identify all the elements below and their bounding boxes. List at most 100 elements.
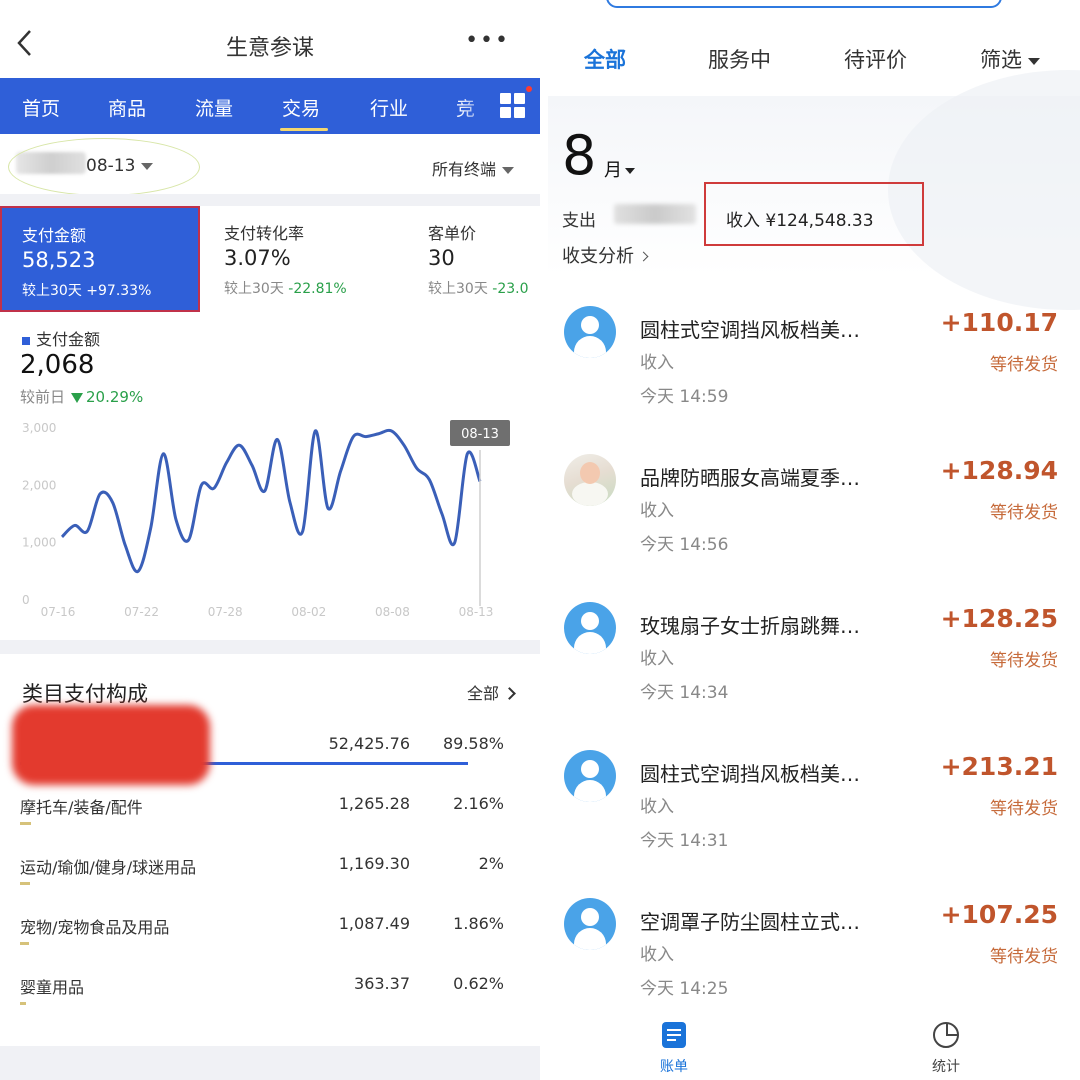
- transaction-type: 收入: [640, 501, 674, 521]
- transaction-time: 今天 14:34: [640, 683, 729, 703]
- kpi-value: 30: [428, 246, 455, 270]
- bill-icon: [662, 1022, 686, 1048]
- category-share-bar: [20, 822, 31, 825]
- nav-tab-products[interactable]: 商品: [108, 94, 146, 121]
- nav-fade-overlay: [458, 78, 498, 134]
- search-box[interactable]: [606, 0, 1002, 8]
- kpi-cmp-label: 较上30天: [224, 281, 284, 297]
- section-gap: [0, 1046, 540, 1080]
- kpi-cmp-value: -22.81%: [288, 281, 347, 297]
- income-label: 收入: [726, 211, 760, 231]
- y-tick-label: 3,000: [22, 421, 56, 435]
- redaction-blot: [12, 705, 210, 785]
- terminal-selector[interactable]: 所有终端: [432, 156, 514, 180]
- transaction-amount: +128.94: [940, 456, 1058, 485]
- transaction-item[interactable]: 圆柱式空调挡风板档美… 收入 今天 14:59 +110.17 等待发货: [548, 306, 1080, 454]
- month-selector[interactable]: 月: [604, 156, 635, 182]
- transaction-amount: +110.17: [940, 308, 1058, 337]
- kpi-label: 支付转化率: [224, 224, 305, 243]
- metric-cmp-value: 20.29%: [86, 388, 144, 406]
- transaction-item[interactable]: 品牌防晒服女高端夏季… 收入 今天 14:56 +128.94 等待发货: [548, 454, 1080, 602]
- pie-stat-icon: [933, 1022, 959, 1048]
- tab-filter[interactable]: 筛选: [980, 44, 1040, 74]
- default-avatar-icon: [564, 306, 616, 358]
- transaction-title: 玫瑰扇子女士折扇跳舞…: [640, 614, 860, 638]
- chart-tooltip: 08-13: [450, 420, 510, 446]
- category-percent: 2%: [478, 854, 504, 873]
- legend-square-icon: [22, 336, 30, 345]
- income-value: ¥124,548.33: [765, 211, 874, 231]
- transaction-time: 今天 14:31: [640, 831, 729, 851]
- nav-tab-traffic[interactable]: 流量: [195, 94, 233, 121]
- category-view-all-link[interactable]: 全部: [466, 680, 516, 704]
- grid-menu-icon[interactable]: [500, 93, 526, 119]
- active-tab-underline: [280, 128, 328, 131]
- kpi-comparison: 较上30天 -23.0: [428, 278, 529, 298]
- category-percent: 89.58%: [442, 734, 504, 753]
- transaction-status: 等待发货: [990, 799, 1058, 819]
- metric-title-text: 支付金额: [36, 330, 101, 349]
- tooltip-text: 08-13: [461, 427, 499, 442]
- category-row: 婴童用品 363.37 0.62%: [0, 974, 540, 1034]
- panel-divider: [540, 0, 548, 1080]
- more-options-icon[interactable]: •••: [465, 30, 510, 52]
- transaction-status: 等待发货: [990, 503, 1058, 523]
- kpi-label: 支付金额: [22, 226, 87, 245]
- category-share-bar: [20, 882, 30, 885]
- category-row: 宠物/宠物食品及用品 1,087.49 1.86%: [0, 914, 540, 974]
- transaction-status: 等待发货: [990, 651, 1058, 671]
- baby-photo-avatar: [564, 454, 616, 506]
- category-amount: 52,425.76: [328, 734, 410, 753]
- transaction-amount: +107.25: [940, 900, 1058, 929]
- kpi-value: 3.07%: [224, 246, 291, 270]
- tab-in-service[interactable]: 服务中: [708, 44, 771, 74]
- kpi-row: 支付金额 58,523 较上30天 +97.33% 支付转化率 3.07% 较上…: [0, 206, 540, 312]
- view-all-label: 全部: [466, 684, 499, 703]
- right-panel-bill-list: 全部 服务中 待评价 筛选 8 月 支出 收入 ¥124,548.33 收支分析…: [548, 0, 1080, 1080]
- tab-pending-review[interactable]: 待评价: [844, 44, 907, 74]
- category-percent: 0.62%: [453, 974, 504, 993]
- kpi-cmp-value: -23.0: [492, 281, 529, 297]
- series-line: [60, 428, 482, 574]
- income-expense-analysis-link[interactable]: 收支分析: [562, 242, 649, 268]
- transaction-title: 品牌防晒服女高端夏季…: [640, 466, 860, 490]
- transaction-item[interactable]: 圆柱式空调挡风板档美… 收入 今天 14:31 +213.21 等待发货: [548, 750, 1080, 898]
- bottom-nav-label: 统计: [932, 1059, 960, 1075]
- left-panel-business-advisor: 生意参谋 ••• 首页 商品 流量 交易 行业 竞 08-13 所有终端 支付金…: [0, 0, 540, 1080]
- nav-tab-home[interactable]: 首页: [22, 94, 60, 121]
- category-percent: 2.16%: [453, 794, 504, 813]
- expense-label: 支出: [562, 211, 596, 231]
- x-tick-label: 07-28: [208, 605, 243, 619]
- transaction-amount: +128.25: [940, 604, 1058, 633]
- month-unit-label: 月: [604, 160, 622, 181]
- transaction-item[interactable]: 玫瑰扇子女士折扇跳舞… 收入 今天 14:34 +128.25 等待发货: [548, 602, 1080, 750]
- y-tick-label: 2,000: [22, 478, 56, 492]
- caret-down-icon: [502, 167, 514, 174]
- bottom-nav-stats[interactable]: 统计: [906, 1022, 986, 1076]
- nav-tab-industry[interactable]: 行业: [370, 94, 408, 121]
- caret-down-icon: [625, 168, 635, 174]
- bottom-nav-bill[interactable]: 账单: [634, 1022, 714, 1076]
- month-number[interactable]: 8: [562, 124, 596, 187]
- kpi-conversion-rate[interactable]: 支付转化率 3.07% 较上30天 -22.81%: [204, 206, 404, 312]
- transaction-title: 空调罩子防尘圆柱立式…: [640, 910, 860, 934]
- hand-drawn-circle-annotation: [8, 138, 200, 196]
- nav-tab-transactions[interactable]: 交易: [282, 94, 320, 121]
- category-name: 运动/瑜伽/健身/球迷用品: [20, 858, 197, 877]
- category-row: 摩托车/装备/配件 1,265.28 2.16%: [0, 794, 540, 854]
- kpi-payment-amount[interactable]: 支付金额 58,523 较上30天 +97.33%: [0, 206, 200, 312]
- income-summary: 收入 ¥124,548.33: [726, 206, 874, 231]
- x-tick-label: 07-22: [124, 605, 159, 619]
- bottom-nav-label: 账单: [660, 1059, 688, 1075]
- x-tick-label: 08-13: [459, 605, 494, 619]
- top-bar: 生意参谋 •••: [0, 0, 540, 78]
- notification-dot: [526, 86, 532, 92]
- page-title: 生意参谋: [225, 36, 314, 61]
- tab-all[interactable]: 全部: [584, 44, 626, 74]
- filter-label: 筛选: [980, 48, 1022, 72]
- transaction-time: 今天 14:56: [640, 535, 729, 555]
- section-gap: [0, 640, 540, 654]
- kpi-cmp-label: 较上30天: [22, 283, 82, 299]
- payment-trend-line-chart[interactable]: 3,000 2,000 1,000 0 07-16 07-22 07-28 08-02 08-0…: [0, 410, 540, 640]
- kpi-avg-order-value[interactable]: 客单价 30 较上30天 -23.0: [408, 206, 540, 312]
